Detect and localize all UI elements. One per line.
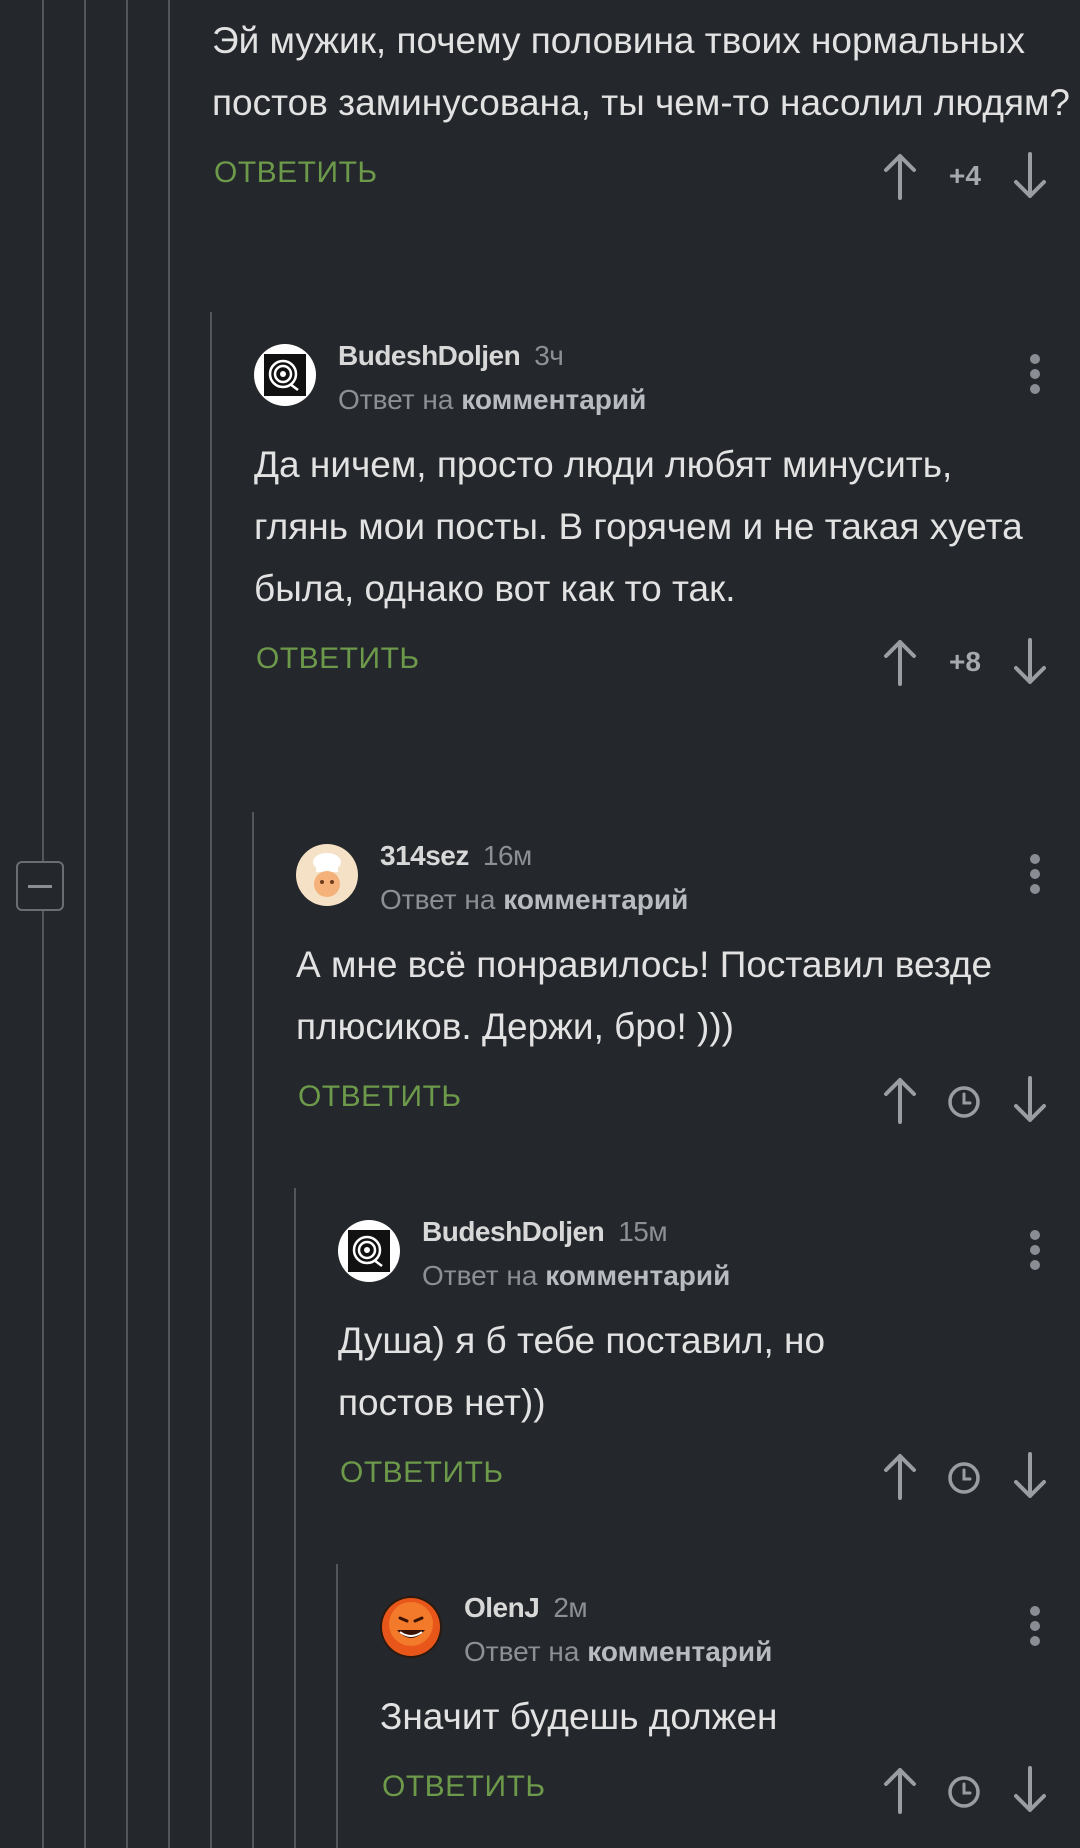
- comment-actions: ОТВЕТИТЬ +4: [212, 148, 1080, 208]
- labyrinth-avatar-icon: [264, 354, 306, 396]
- comment-text: Эй мужик, почему половина твоих нормальн…: [212, 20, 1071, 123]
- reply-button[interactable]: ОТВЕТИТЬ: [256, 642, 420, 676]
- arrow-up-icon[interactable]: [880, 1762, 920, 1823]
- comment-text: А мне всё понравилось! Поставил везде пл…: [296, 944, 993, 1047]
- reply-target-link[interactable]: комментарий: [587, 1636, 772, 1667]
- comment-time: 3ч: [534, 340, 564, 371]
- reply-to: Ответ на комментарий: [380, 884, 689, 915]
- arrow-down-icon[interactable]: [1010, 148, 1050, 209]
- clock-icon: [946, 1460, 982, 1501]
- reply-to: Ответ на комментарий: [464, 1636, 773, 1667]
- score: +4: [949, 160, 981, 191]
- author-name[interactable]: BudeshDoljen 15м: [422, 1216, 668, 1248]
- reply-to: Ответ на комментарий: [338, 384, 647, 415]
- reply-target-link[interactable]: комментарий: [461, 384, 646, 415]
- reply-to: Ответ на комментарий: [422, 1260, 731, 1291]
- thread-line: [42, 0, 44, 1848]
- comment-text: Душа) я б тебе поставил, но постов нет)): [338, 1320, 826, 1423]
- thread-line: [210, 312, 212, 1848]
- author-name[interactable]: OlenJ 2м: [464, 1592, 588, 1624]
- more-icon[interactable]: [1030, 854, 1040, 894]
- chef-avatar-icon: [313, 853, 341, 897]
- vote-controls: +8: [880, 634, 1050, 690]
- avatar[interactable]: [338, 1220, 400, 1282]
- comment-time: 15м: [618, 1216, 668, 1247]
- arrow-down-icon[interactable]: [1010, 1762, 1050, 1823]
- vote-controls: +4: [880, 148, 1050, 204]
- reply-button[interactable]: ОТВЕТИТЬ: [340, 1456, 504, 1490]
- thread-line: [168, 0, 170, 1848]
- comment: BudeshDoljen 3ч Ответ на комментарий Да н…: [254, 340, 1080, 694]
- reply-button[interactable]: ОТВЕТИТЬ: [298, 1080, 462, 1114]
- avatar[interactable]: [296, 844, 358, 906]
- arrow-up-icon[interactable]: [880, 148, 920, 209]
- comment-actions: ОТВЕТИТЬ: [338, 1448, 1080, 1508]
- reply-button[interactable]: ОТВЕТИТЬ: [382, 1770, 546, 1804]
- author-name[interactable]: 314sez 16м: [380, 840, 532, 872]
- comment-text: Да ничем, просто люди любят минусить, гл…: [254, 444, 1023, 609]
- labyrinth-avatar-icon: [348, 1230, 390, 1272]
- comment: 314sez 16м Ответ на комментарий А мне всё…: [296, 840, 1080, 1132]
- avatar[interactable]: [254, 344, 316, 406]
- comment-actions: ОТВЕТИТЬ: [296, 1072, 1080, 1132]
- arrow-up-icon[interactable]: [880, 1072, 920, 1133]
- comment: BudeshDoljen 15м Ответ на комментарий Душ…: [338, 1216, 1080, 1508]
- reply-target-link[interactable]: комментарий: [545, 1260, 730, 1291]
- arrow-down-icon[interactable]: [1010, 1072, 1050, 1133]
- orange-face-avatar-icon: [382, 1598, 440, 1656]
- thread-line: [84, 0, 86, 1848]
- collapse-icon[interactable]: [16, 861, 64, 911]
- reply-target-link[interactable]: комментарий: [503, 884, 688, 915]
- vote-controls: [880, 1072, 1050, 1128]
- author-name[interactable]: BudeshDoljen 3ч: [338, 340, 564, 372]
- comment-header: BudeshDoljen 15м Ответ на комментарий: [338, 1216, 1080, 1296]
- arrow-up-icon[interactable]: [880, 1448, 920, 1509]
- arrow-down-icon[interactable]: [1010, 634, 1050, 695]
- vote-controls: [880, 1448, 1050, 1504]
- comment: Эй мужик, почему половина твоих нормальн…: [212, 10, 1080, 208]
- clock-icon: [946, 1084, 982, 1125]
- comment-time: 16м: [482, 840, 532, 871]
- thread-line: [252, 812, 254, 1848]
- avatar[interactable]: [380, 1596, 442, 1658]
- comment-header: BudeshDoljen 3ч Ответ на комментарий: [254, 340, 1080, 420]
- vote-controls: [880, 1762, 1050, 1818]
- comment-time: 2м: [553, 1592, 588, 1623]
- score: +8: [949, 646, 981, 677]
- clock-icon: [946, 1774, 982, 1815]
- comment-header: 314sez 16м Ответ на комментарий: [296, 840, 1080, 920]
- comment-header: OlenJ 2м Ответ на комментарий: [380, 1592, 1080, 1672]
- more-icon[interactable]: [1030, 1606, 1040, 1646]
- thread-line: [294, 1188, 296, 1848]
- more-icon[interactable]: [1030, 354, 1040, 394]
- reply-button[interactable]: ОТВЕТИТЬ: [214, 156, 378, 190]
- more-icon[interactable]: [1030, 1230, 1040, 1270]
- comment-text: Значит будешь должен: [380, 1696, 778, 1737]
- comment-actions: ОТВЕТИТЬ: [380, 1762, 1080, 1822]
- comment-actions: ОТВЕТИТЬ +8: [254, 634, 1080, 694]
- comment: OlenJ 2м Ответ на комментарий Значит буде…: [380, 1592, 1080, 1822]
- thread-line: [126, 0, 128, 1848]
- arrow-down-icon[interactable]: [1010, 1448, 1050, 1509]
- thread-line: [336, 1564, 338, 1848]
- arrow-up-icon[interactable]: [880, 634, 920, 695]
